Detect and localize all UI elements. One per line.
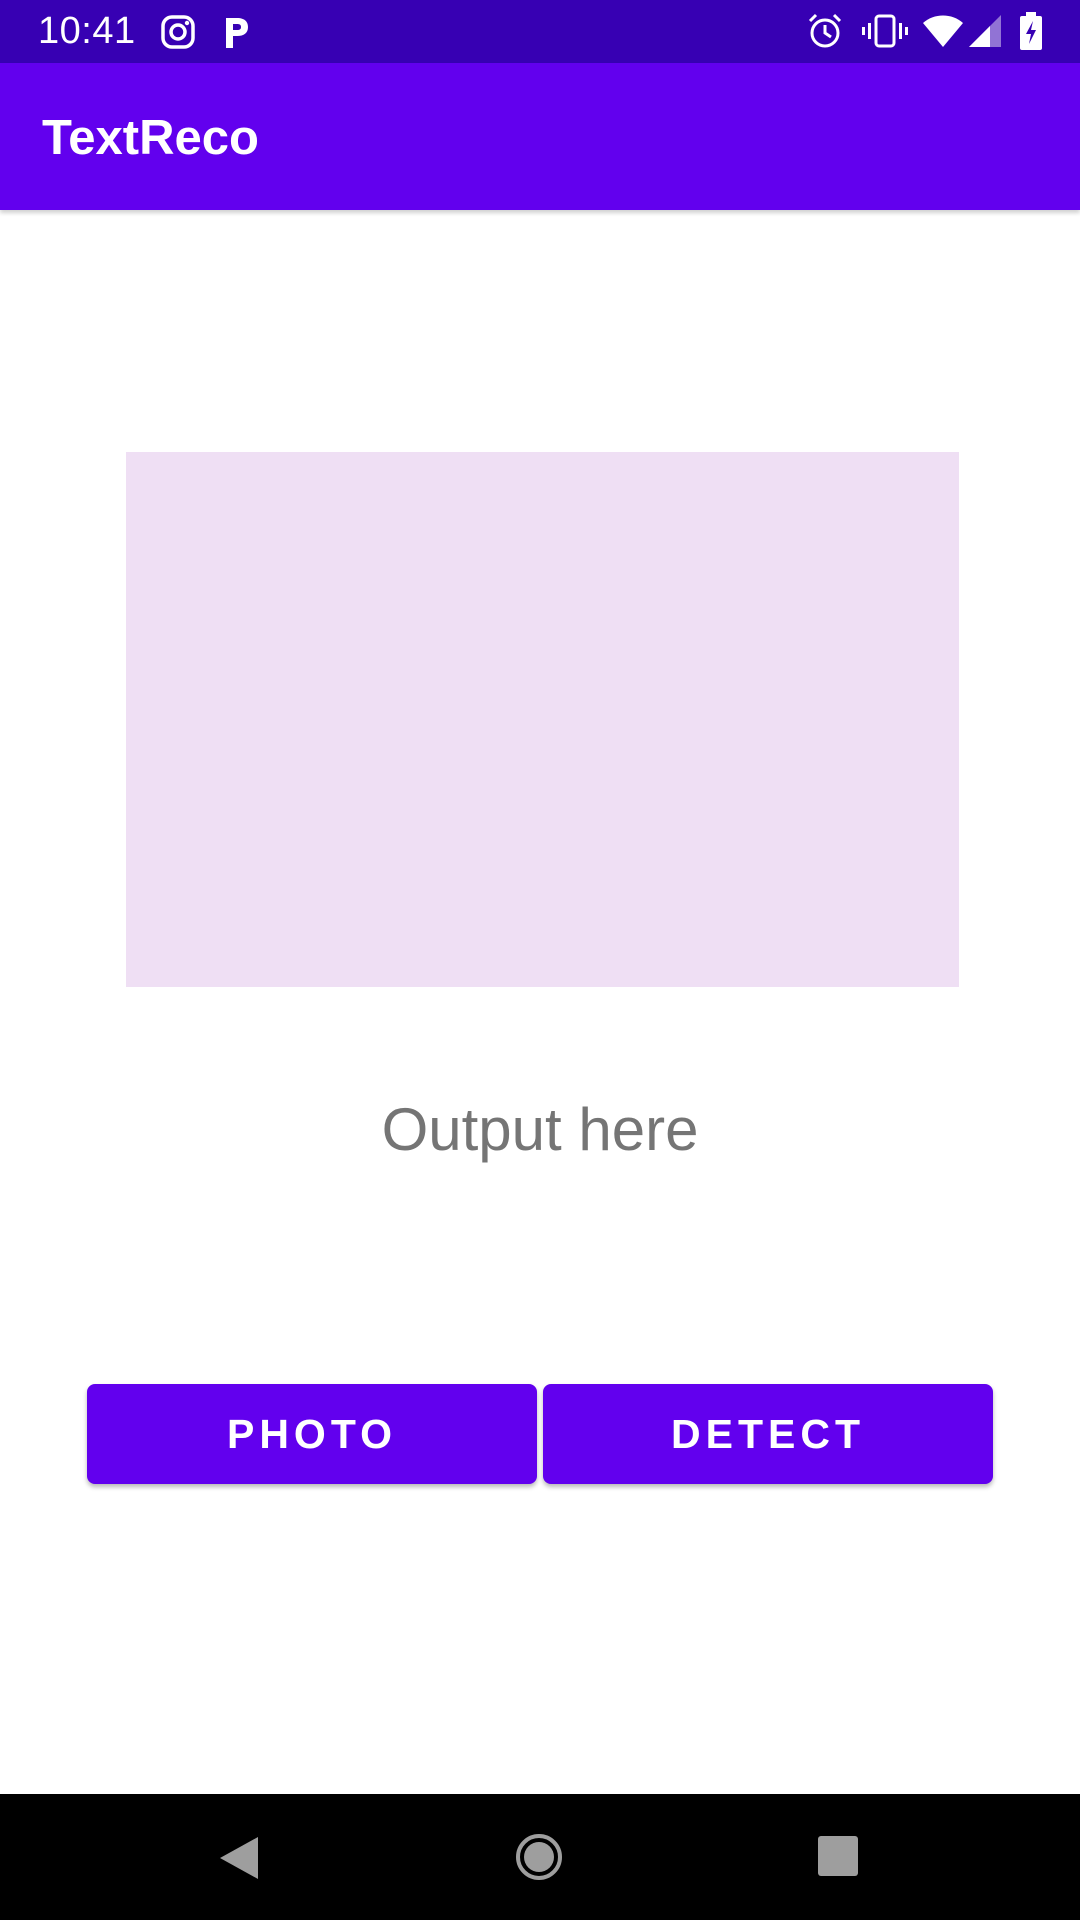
photo-button[interactable]: PHOTO — [87, 1384, 537, 1484]
output-text: Output here — [381, 1096, 699, 1163]
recents-icon[interactable] — [818, 1836, 858, 1876]
home-icon[interactable] — [515, 1833, 563, 1881]
battery-charging-icon — [1020, 12, 1042, 50]
wifi-icon — [923, 15, 963, 47]
detect-button[interactable]: DETECT — [543, 1384, 993, 1484]
app-bar: TextReco — [0, 63, 1080, 210]
status-time: 10:41 — [38, 10, 136, 52]
back-icon[interactable] — [218, 1835, 260, 1881]
image-preview — [126, 452, 959, 987]
navigation-bar — [0, 1794, 1080, 1920]
app-title: TextReco — [42, 111, 259, 165]
p-app-icon — [226, 18, 248, 48]
instagram-icon — [161, 15, 195, 49]
signal-icon — [969, 15, 1001, 47]
alarm-icon — [808, 13, 842, 48]
vibrate-icon — [862, 14, 908, 48]
status-bar: 10:41 — [0, 0, 1080, 63]
